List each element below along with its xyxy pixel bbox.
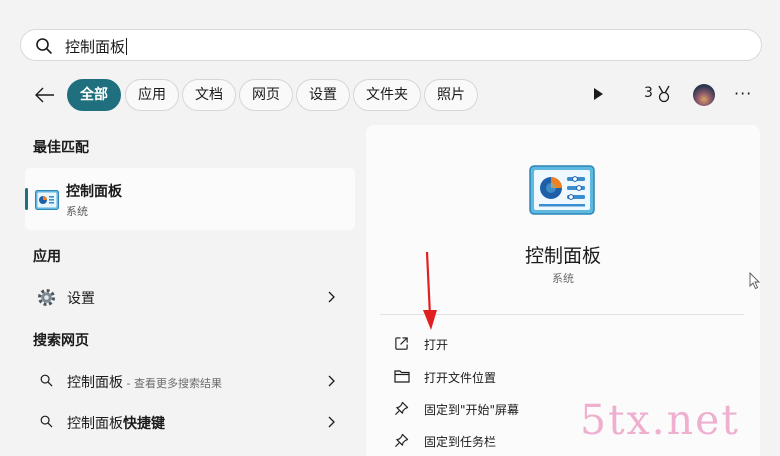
control-panel-icon — [529, 165, 595, 215]
back-arrow-icon[interactable] — [32, 84, 58, 106]
filter-web[interactable]: 网页 — [239, 79, 293, 111]
action-label: 固定到任务栏 — [424, 435, 497, 449]
search-input[interactable]: 控制面板 — [65, 36, 128, 57]
mouse-cursor-icon — [749, 272, 761, 290]
more-options-button[interactable]: ··· — [734, 84, 752, 103]
filter-folders[interactable]: 文件夹 — [353, 79, 421, 111]
action-label: 打开文件位置 — [424, 371, 497, 385]
filter-documents[interactable]: 文档 — [182, 79, 236, 111]
web-search-heading: 搜索网页 — [33, 333, 89, 349]
action-open[interactable]: 打开 — [380, 328, 744, 360]
search-icon — [40, 415, 53, 428]
search-icon — [40, 374, 53, 387]
avatar[interactable] — [693, 84, 715, 106]
gear-icon — [37, 288, 56, 307]
chevron-right-icon[interactable] — [327, 416, 335, 428]
best-match-type: 系统 — [66, 205, 88, 218]
web-result-term: 控制面板 — [67, 416, 123, 432]
filter-settings[interactable]: 设置 — [296, 79, 350, 111]
medal-icon[interactable] — [656, 85, 672, 103]
search-box[interactable]: 控制面板 — [20, 29, 762, 61]
filter-photos[interactable]: 照片 — [424, 79, 478, 111]
best-match-name: 控制面板 — [66, 184, 122, 200]
filter-all[interactable]: 全部 — [67, 79, 121, 111]
chevron-right-icon[interactable] — [327, 291, 335, 303]
search-icon — [36, 38, 52, 54]
action-open-file-location[interactable]: 打开文件位置 — [380, 361, 744, 393]
open-external-icon — [395, 337, 408, 350]
filter-apps[interactable]: 应用 — [125, 79, 179, 111]
web-result-label: 控制面板快捷键 — [67, 413, 165, 433]
pin-icon — [395, 433, 409, 447]
pin-icon — [395, 401, 409, 415]
annotation-arrow — [423, 251, 437, 330]
app-result-label: 设置 — [67, 291, 95, 307]
watermark: 5tx.net — [580, 396, 740, 444]
action-label: 打开 — [424, 338, 449, 352]
best-match-heading: 最佳匹配 — [33, 140, 89, 156]
apps-heading: 应用 — [33, 249, 61, 265]
best-match-card[interactable]: 控制面板 系统 — [25, 168, 355, 230]
control-panel-icon — [35, 190, 59, 210]
play-icon[interactable] — [592, 87, 604, 101]
web-result-label: 控制面板 - 查看更多搜索结果 — [67, 372, 222, 392]
app-result-settings[interactable]: 设置 — [25, 279, 355, 315]
action-label: 固定到"开始"屏幕 — [424, 403, 520, 417]
web-result-bold-suffix: 快捷键 — [123, 416, 165, 432]
web-result-term: 控制面板 — [67, 375, 123, 391]
rewards-count: 3 — [644, 85, 653, 101]
folder-icon — [394, 370, 410, 383]
selection-indicator — [25, 188, 28, 210]
web-result-more[interactable]: 控制面板 - 查看更多搜索结果 — [25, 363, 355, 399]
web-result-hint: - 查看更多搜索结果 — [123, 377, 222, 390]
web-result-shortcut[interactable]: 控制面板快捷键 — [25, 404, 355, 440]
chevron-right-icon[interactable] — [327, 375, 335, 387]
